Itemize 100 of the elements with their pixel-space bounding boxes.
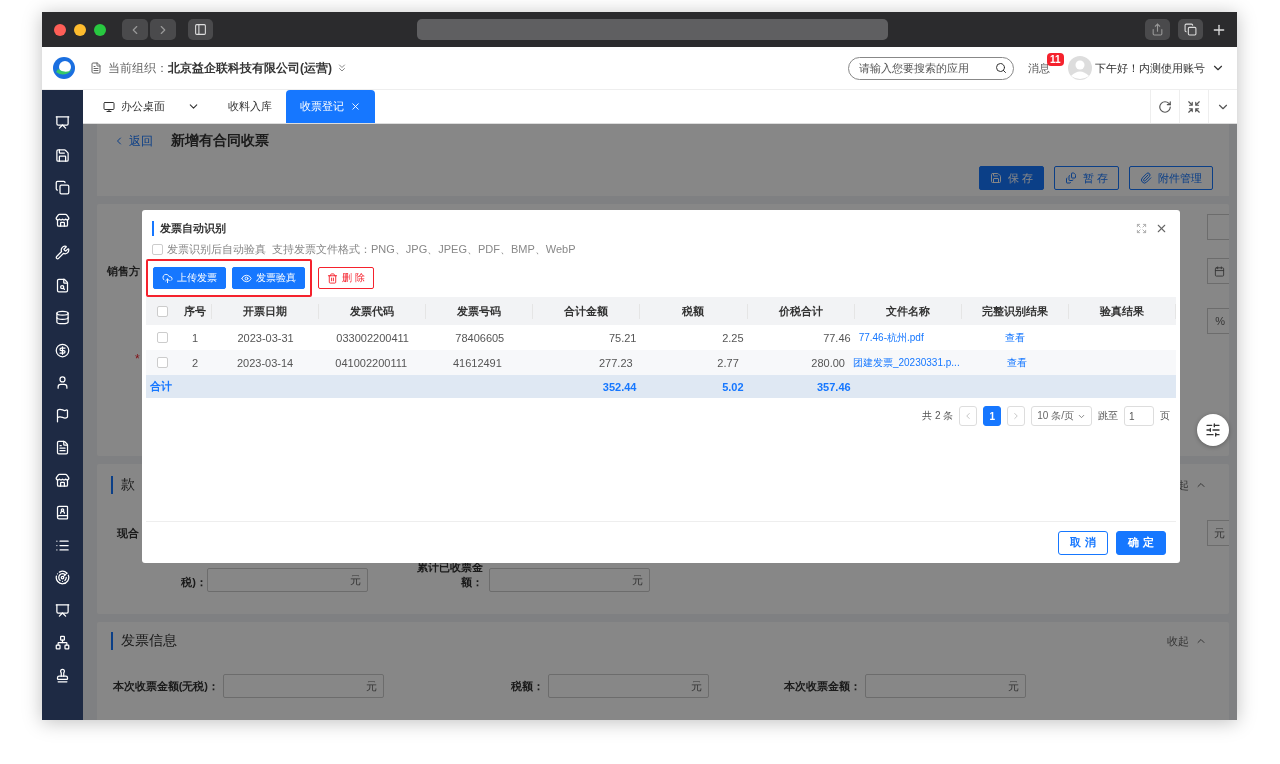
input-field[interactable]: 元 bbox=[865, 674, 1026, 698]
page-unit: 页 bbox=[1160, 409, 1170, 423]
upload-button[interactable]: 上传发票 bbox=[153, 267, 226, 289]
input-field[interactable] bbox=[1207, 214, 1229, 240]
collapse-link[interactable]: 收起 bbox=[1167, 633, 1207, 649]
shrink-icon bbox=[1187, 99, 1201, 114]
field-label: 销售方 bbox=[107, 263, 140, 279]
delete-button[interactable]: 删 除 bbox=[318, 267, 374, 289]
field-label: 现合 bbox=[117, 525, 139, 541]
required-mark: * bbox=[135, 352, 140, 366]
close-window-icon[interactable] bbox=[54, 23, 66, 36]
verify-button[interactable]: 发票验真 bbox=[232, 267, 305, 289]
sidebar-toggle-button[interactable] bbox=[188, 19, 213, 40]
contact-book-icon[interactable] bbox=[55, 505, 70, 520]
copy-icon[interactable] bbox=[55, 180, 70, 195]
wrench-icon[interactable] bbox=[55, 245, 70, 260]
date-field[interactable] bbox=[1207, 258, 1229, 284]
save-button[interactable]: 保 存 bbox=[978, 166, 1044, 190]
table-cell-text: 78406605 bbox=[454, 331, 506, 344]
checkbox[interactable] bbox=[156, 357, 168, 368]
input-field[interactable]: 元 bbox=[548, 674, 709, 698]
share-button[interactable] bbox=[1145, 19, 1170, 40]
logo-icon bbox=[52, 56, 76, 80]
table-cell-text: 1 bbox=[190, 331, 200, 344]
attachments-button[interactable]: 附件管理 bbox=[1129, 166, 1213, 190]
table-cell-text: 2 bbox=[190, 356, 200, 369]
close-icon[interactable] bbox=[350, 101, 361, 112]
table-cell-text: 033002200411 bbox=[335, 331, 410, 344]
store-icon[interactable] bbox=[55, 212, 70, 228]
sidebar-icon bbox=[194, 23, 207, 36]
zoom-window-icon[interactable] bbox=[94, 23, 106, 36]
refresh-icon bbox=[1158, 99, 1172, 114]
minimize-window-icon[interactable] bbox=[74, 23, 86, 36]
chart-board-icon[interactable] bbox=[55, 602, 70, 618]
paperclip-icon bbox=[1140, 172, 1152, 184]
database-icon[interactable] bbox=[55, 310, 70, 325]
table-cell-text: 280.00 bbox=[810, 356, 846, 369]
search-icon bbox=[995, 62, 1007, 74]
field-label: 本次收票金额： bbox=[783, 678, 861, 694]
checkbox[interactable] bbox=[156, 332, 168, 343]
checkbox[interactable] bbox=[156, 305, 168, 317]
table-cell-text: 41612491 bbox=[451, 356, 503, 369]
checkbox[interactable] bbox=[152, 244, 163, 255]
forward-nav-button[interactable] bbox=[150, 19, 176, 40]
network-icon[interactable] bbox=[55, 635, 70, 650]
document-icon[interactable] bbox=[55, 440, 70, 455]
table-cell-text: 2023-03-14 bbox=[235, 356, 295, 369]
stamp-icon[interactable] bbox=[55, 667, 70, 683]
document-icon bbox=[90, 62, 102, 74]
total-label: 合计 bbox=[149, 379, 173, 394]
page-button[interactable]: 1 bbox=[983, 406, 1002, 426]
page-size-select[interactable]: 10 条/页 bbox=[1031, 406, 1092, 426]
total-count: 共 2 条 bbox=[922, 409, 954, 423]
page-tab[interactable]: 收料入库 bbox=[214, 90, 286, 123]
input-field[interactable]: 元 bbox=[1207, 520, 1229, 546]
section-title: 发票信息 bbox=[111, 632, 177, 650]
input-field[interactable]: 元 bbox=[489, 568, 650, 592]
save-icon bbox=[989, 172, 1002, 184]
chevron-icon[interactable] bbox=[336, 62, 348, 74]
trash-icon bbox=[327, 272, 338, 284]
copy-icon bbox=[1184, 23, 1197, 36]
page-tab[interactable]: 办公桌面 bbox=[89, 90, 214, 123]
list-icon[interactable] bbox=[55, 537, 70, 553]
dialog-title: 发票自动识别 bbox=[152, 220, 226, 236]
chart-board-icon[interactable] bbox=[55, 115, 70, 130]
cancel-button[interactable]: 取 消 bbox=[1058, 530, 1108, 555]
radar-icon[interactable] bbox=[55, 570, 70, 585]
table-cell-text: 77.46 bbox=[822, 331, 852, 344]
share-icon bbox=[1151, 23, 1164, 36]
column-header: 发票代码 bbox=[319, 303, 427, 319]
view-link[interactable]: 查看 bbox=[1001, 330, 1030, 345]
coin-icon[interactable] bbox=[55, 342, 70, 358]
table-cell-text: 2023-03-31 bbox=[236, 331, 295, 344]
table-cell-text: 352.44 bbox=[601, 380, 638, 393]
table-cell-text: 75.21 bbox=[607, 331, 638, 344]
file-search-icon[interactable] bbox=[55, 277, 70, 293]
field-label: 本次收票金额(无税)： bbox=[111, 678, 219, 694]
table-cell-text: 2.77 bbox=[716, 356, 740, 369]
user-icon[interactable] bbox=[55, 375, 70, 390]
store-icon[interactable] bbox=[55, 472, 70, 488]
column-header: 发票号码 bbox=[426, 303, 534, 319]
file-link[interactable]: 77.46-杭州.pdf bbox=[854, 330, 928, 345]
jump-field[interactable]: 1 bbox=[1124, 406, 1154, 426]
view-link[interactable]: 查看 bbox=[1002, 355, 1031, 370]
tabs-overview-button[interactable] bbox=[1178, 19, 1203, 40]
draft-button[interactable]: 暂 存 bbox=[1053, 166, 1119, 190]
flag-icon[interactable] bbox=[55, 407, 70, 423]
section-title: 款 bbox=[111, 476, 135, 494]
page-title: 新增有合同收票 bbox=[171, 132, 269, 150]
back-link[interactable]: 返回 bbox=[113, 132, 153, 150]
table-cell-text: 5.02 bbox=[721, 380, 745, 393]
input-field[interactable]: 元 bbox=[207, 568, 368, 592]
confirm-button[interactable]: 确 定 bbox=[1116, 530, 1166, 555]
input-field[interactable]: % bbox=[1207, 308, 1229, 334]
file-link[interactable]: 团建发票_20230331.p... bbox=[848, 355, 964, 370]
draft-icon bbox=[1064, 172, 1077, 184]
input-field[interactable]: 元 bbox=[223, 674, 384, 698]
back-nav-button[interactable] bbox=[122, 19, 148, 40]
messages-link[interactable]: 消息 bbox=[1028, 60, 1050, 76]
page-tab[interactable]: 收票登记 bbox=[286, 90, 375, 123]
